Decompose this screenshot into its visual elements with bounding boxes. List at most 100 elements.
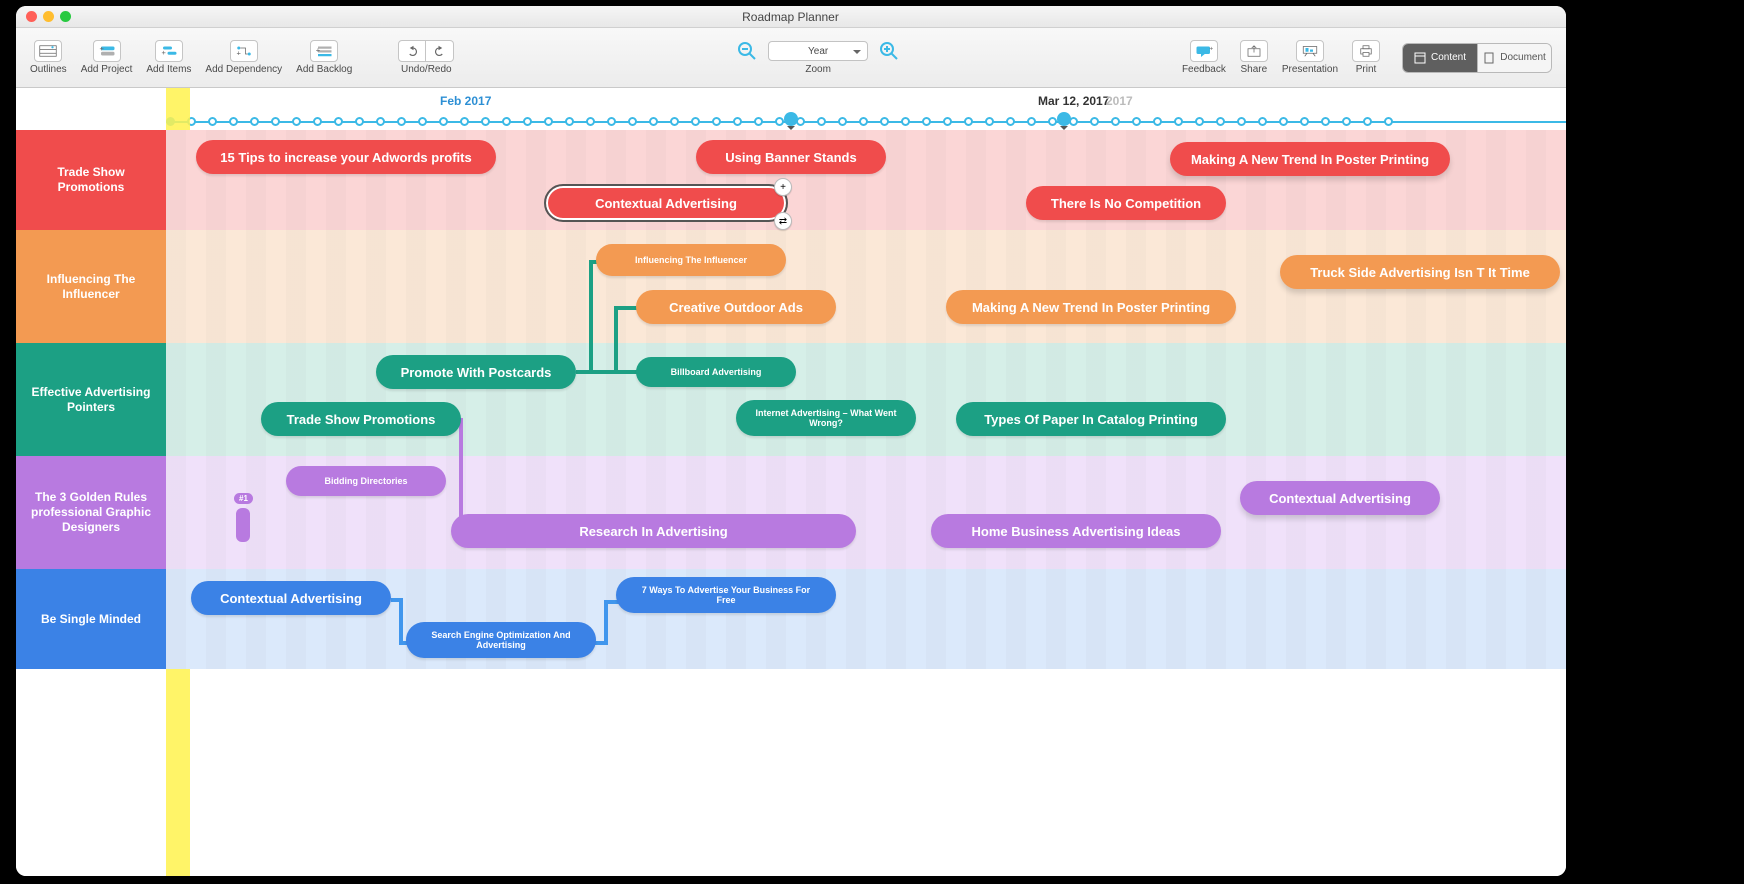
- timeline-tick: [775, 117, 784, 126]
- milestone-bar: [236, 508, 250, 542]
- item-7-ways[interactable]: 7 Ways To Advertise Your Business For Fr…: [616, 577, 836, 613]
- view-mode-segment: Content Document: [1402, 43, 1552, 73]
- timeline-tick: [1111, 117, 1120, 126]
- zoom-level-select[interactable]: Year: [768, 41, 868, 61]
- timeline-tick: [313, 117, 322, 126]
- item-home-biz[interactable]: Home Business Advertising Ideas: [931, 514, 1221, 548]
- date-cursor: Mar 12, 2017: [1038, 94, 1109, 108]
- print-label: Print: [1356, 64, 1377, 75]
- item-seo-adv[interactable]: Search Engine Optimization And Advertisi…: [406, 622, 596, 658]
- view-document-button[interactable]: Document: [1477, 44, 1551, 72]
- timeline-tick: [376, 117, 385, 126]
- timeline-tick: [460, 117, 469, 126]
- window-title: Roadmap Planner: [71, 10, 1510, 24]
- close-dot[interactable]: [26, 11, 37, 22]
- feedback-label: Feedback: [1182, 64, 1226, 75]
- presentation-button[interactable]: Presentation: [1282, 40, 1338, 75]
- fullscreen-dot[interactable]: [60, 11, 71, 22]
- svg-text:+: +: [99, 44, 104, 53]
- zoom-in-button[interactable]: [878, 40, 900, 62]
- add-items-icon: +: [155, 40, 183, 62]
- undo-redo-button[interactable]: Undo/Redo: [398, 40, 454, 75]
- add-project-button[interactable]: + Add Project: [81, 40, 133, 75]
- lane-label-2[interactable]: Effective Advertising Pointers: [16, 343, 166, 456]
- item-creative-outdoor[interactable]: Creative Outdoor Ads: [636, 290, 836, 324]
- item-research-adv[interactable]: Research In Advertising: [451, 514, 856, 548]
- item-billboard[interactable]: Billboard Advertising: [636, 357, 796, 387]
- timeline-tick: [1048, 117, 1057, 126]
- timeline-tick: [397, 117, 406, 126]
- item-contextual-advertising-selected[interactable]: Contextual Advertising: [546, 186, 786, 220]
- minimize-dot[interactable]: [43, 11, 54, 22]
- timeline-tick: [1300, 117, 1309, 126]
- item-contextual-blue[interactable]: Contextual Advertising: [191, 581, 391, 615]
- timeline-tick: [859, 117, 868, 126]
- add-project-icon: +: [93, 40, 121, 62]
- timeline-tick: [1321, 117, 1330, 126]
- timeline-tick: [439, 117, 448, 126]
- item-internet-wrong[interactable]: Internet Advertising – What Went Wrong?: [736, 400, 916, 436]
- presentation-icon: [1296, 40, 1324, 62]
- item-paper-types[interactable]: Types Of Paper In Catalog Printing: [956, 402, 1226, 436]
- timeline-tick: [1153, 117, 1162, 126]
- timeline-tick: [1195, 117, 1204, 126]
- timeline-tick: [754, 117, 763, 126]
- feedback-icon: +: [1190, 40, 1218, 62]
- item-contextual-purple-ext[interactable]: Contextual Advertising: [1240, 481, 1440, 515]
- item-truck-side-ext[interactable]: Truck Side Advertising Isn T It Time: [1280, 255, 1560, 289]
- item-bidding-dir[interactable]: Bidding Directories: [286, 466, 446, 496]
- timeline-cursor-secondary[interactable]: [1057, 112, 1071, 126]
- view-content-button[interactable]: Content: [1403, 44, 1477, 72]
- timeline-tick: [985, 117, 994, 126]
- outlines-button[interactable]: Outlines: [30, 40, 67, 75]
- lane-label-1[interactable]: Influencing The Influencer: [16, 230, 166, 343]
- item-influencing[interactable]: Influencing The Influencer: [596, 244, 786, 276]
- zoom-out-button[interactable]: [736, 40, 758, 62]
- item-trade-show[interactable]: Trade Show Promotions: [261, 402, 461, 436]
- share-label: Share: [1241, 64, 1268, 75]
- timeline-tick: [1363, 117, 1372, 126]
- item-promote-postcards[interactable]: Promote With Postcards: [376, 355, 576, 389]
- timeline-tick: [481, 117, 490, 126]
- redo-icon[interactable]: [426, 40, 454, 62]
- handle-link[interactable]: ⇄: [774, 212, 792, 230]
- add-items-button[interactable]: + Add Items: [146, 40, 191, 75]
- undo-icon[interactable]: [398, 40, 426, 62]
- timeline-tick: [628, 117, 637, 126]
- timeline-tick: [901, 117, 910, 126]
- add-project-label: Add Project: [81, 64, 133, 75]
- date-feb: Feb 2017: [440, 94, 491, 108]
- timeline-tick: [523, 117, 532, 126]
- item-poster-trend-2[interactable]: Making A New Trend In Poster Printing: [946, 290, 1236, 324]
- add-backlog-button[interactable]: + Add Backlog: [296, 40, 352, 75]
- milestone-1[interactable]: #1: [234, 493, 253, 542]
- item-banner-stands[interactable]: Using Banner Stands: [696, 140, 886, 174]
- item-adwords-tips[interactable]: 15 Tips to increase your Adwords profits: [196, 140, 496, 174]
- timeline-tick: [607, 117, 616, 126]
- handle-plus[interactable]: +: [774, 178, 792, 196]
- item-no-competition[interactable]: There Is No Competition: [1026, 186, 1226, 220]
- content-icon: [1414, 52, 1426, 64]
- lane-label-4[interactable]: Be Single Minded: [16, 569, 166, 669]
- lane-label-0[interactable]: Trade Show Promotions: [16, 130, 166, 230]
- app-window: Roadmap Planner Outlines + Add Project +…: [16, 6, 1566, 876]
- timeline-tick: [670, 117, 679, 126]
- timeline-tick: [229, 117, 238, 126]
- feedback-button[interactable]: + Feedback: [1182, 40, 1226, 75]
- timeline-tick: [1132, 117, 1141, 126]
- item-poster-trend-ext[interactable]: Making A New Trend In Poster Printing: [1170, 142, 1450, 176]
- share-button[interactable]: Share: [1240, 40, 1268, 75]
- lane-label-3[interactable]: The 3 Golden Rules professional Graphic …: [16, 456, 166, 569]
- timeline-tick: [271, 117, 280, 126]
- timeline-cursor[interactable]: [784, 112, 798, 126]
- timeline-tick: [712, 117, 721, 126]
- print-button[interactable]: Print: [1352, 40, 1380, 75]
- timeline-tick: [250, 117, 259, 126]
- timeline-tick: [838, 117, 847, 126]
- add-dependency-button[interactable]: + Add Dependency: [205, 40, 282, 75]
- zoom-label: Zoom: [805, 64, 831, 75]
- outlines-icon: [34, 40, 62, 62]
- timeline-tick: [355, 117, 364, 126]
- date-secondary: 2017: [1106, 94, 1133, 108]
- timeline-track[interactable]: /* ticks generated below via JS */: [166, 116, 1566, 128]
